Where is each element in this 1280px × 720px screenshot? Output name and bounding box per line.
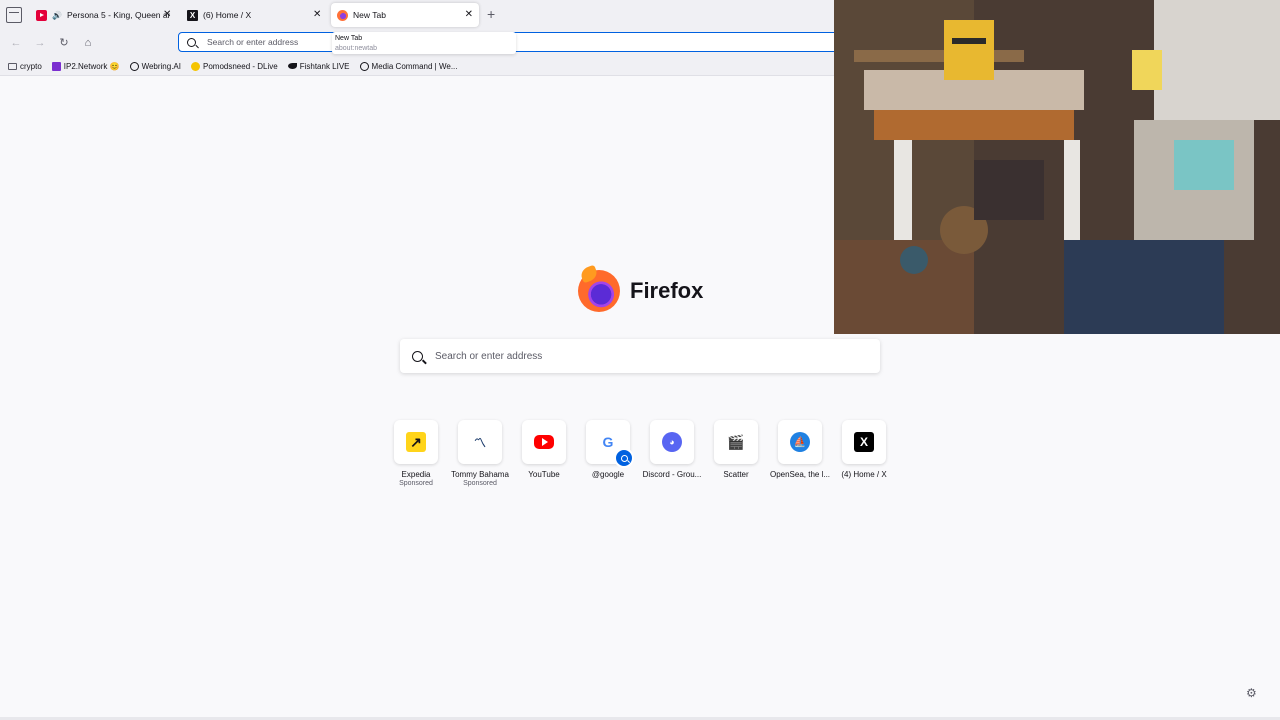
bookmark-label: crypto — [20, 61, 42, 71]
bookmark-crypto[interactable]: crypto — [8, 62, 42, 71]
tooltip-title: New Tab — [335, 35, 363, 42]
shortcut-label: Scatter — [723, 470, 749, 479]
shortcut-tile[interactable]: ↗ — [394, 420, 438, 464]
shortcut-label: (4) Home / X — [841, 470, 887, 479]
tab-list-icon[interactable] — [6, 7, 22, 23]
shortcut-label: Expedia — [401, 470, 431, 479]
divider — [0, 75, 834, 76]
forward-icon[interactable]: → — [32, 35, 48, 51]
ip2-icon — [51, 61, 61, 71]
tab-new-tab[interactable]: New Tab ✕ — [331, 3, 479, 27]
shortcut-opensea[interactable]: ⛵ OpenSea, the l... — [768, 420, 832, 479]
shortcut-label: Discord - Grou... — [642, 470, 702, 479]
fishtank-icon — [287, 63, 297, 69]
bookmark-label: Webring.AI — [141, 61, 181, 71]
shortcut-label: OpenSea, the l... — [769, 470, 831, 479]
close-tab-icon[interactable]: ✕ — [163, 9, 171, 21]
shortcut-tile[interactable]: ◕ — [650, 420, 694, 464]
webcam-image — [834, 0, 1280, 334]
new-tab-button[interactable]: + — [487, 6, 495, 22]
shortcut-label: @google — [591, 470, 625, 479]
webcam-overlay — [834, 0, 1280, 334]
firefox-logo-icon — [578, 270, 620, 312]
bookmark-dlive[interactable]: Pomodsneed - DLive — [191, 61, 278, 71]
shortcut-scatter[interactable]: 🎬 Scatter — [704, 420, 768, 479]
youtube-icon — [36, 9, 47, 21]
tooltip-url: about:newtab — [335, 45, 378, 52]
tab-tooltip: New Tab about:newtab — [332, 32, 516, 54]
search-placeholder: Search or enter address — [435, 350, 543, 362]
shortcut-tile[interactable] — [522, 420, 566, 464]
bookmark-media-command[interactable]: Media Command | We... — [359, 61, 458, 71]
opensea-icon: ⛵ — [790, 432, 810, 452]
search-badge — [614, 448, 634, 468]
youtube-icon — [534, 435, 554, 449]
shortcut-tile[interactable]: ⛵ — [778, 420, 822, 464]
shortcut-google[interactable]: G @google — [576, 420, 640, 479]
shortcut-label: Tommy Bahama — [451, 470, 509, 479]
shortcut-home-x[interactable]: X (4) Home / X — [832, 420, 896, 479]
bookmark-label: IP2.Network 😊 — [63, 61, 120, 71]
close-tab-icon[interactable]: ✕ — [465, 9, 473, 21]
gear-icon[interactable]: ⚙ — [1246, 686, 1257, 700]
webring-icon — [129, 61, 139, 71]
expedia-icon: ↗ — [406, 432, 426, 452]
bookmark-label: Media Command | We... — [371, 61, 458, 71]
search-icon — [187, 37, 196, 47]
sponsored-label: Sponsored — [399, 480, 433, 487]
folder-icon — [8, 62, 17, 70]
tab-title: New Tab — [353, 10, 386, 20]
search-icon — [620, 454, 628, 462]
shortcut-youtube[interactable]: YouTube — [512, 420, 576, 479]
bookmark-ip2[interactable]: IP2.Network 😊 — [51, 61, 120, 71]
media-command-icon — [359, 61, 369, 71]
bookmark-label: Pomodsneed - DLive — [203, 61, 278, 71]
shortcut-tile[interactable]: 🎬 — [714, 420, 758, 464]
tab-bar: 🔊 Persona 5 - King, Queen ar ✕ X (6) Hom… — [0, 0, 834, 30]
sponsored-label: Sponsored — [463, 480, 497, 487]
tab-persona[interactable]: 🔊 Persona 5 - King, Queen ar — [30, 3, 180, 27]
shortcut-tommy-bahama[interactable]: 〽 Tommy Bahama Sponsored — [448, 420, 512, 487]
bookmark-label: Fishtank LIVE — [299, 61, 350, 71]
tab-title: (6) Home / X — [203, 10, 252, 20]
close-tab-icon[interactable]: ✕ — [313, 9, 321, 21]
url-placeholder: Search or enter address — [207, 37, 299, 47]
search-input[interactable]: Search or enter address — [400, 339, 880, 373]
firefox-icon — [337, 9, 348, 21]
bookmark-fishtank[interactable]: Fishtank LIVE — [287, 61, 350, 71]
x-icon: X — [187, 9, 198, 21]
shortcut-expedia[interactable]: ↗ Expedia Sponsored — [384, 420, 448, 487]
back-icon[interactable]: ← — [8, 35, 24, 51]
google-icon: G — [602, 434, 614, 450]
search-icon — [412, 350, 423, 362]
discord-icon: ◕ — [662, 432, 682, 452]
reload-icon[interactable]: ↻ — [56, 35, 72, 51]
scatter-icon: 🎬 — [727, 433, 745, 450]
tommy-bahama-icon: 〽 — [473, 435, 486, 450]
bookmark-webring[interactable]: Webring.AI — [129, 61, 181, 71]
tab-home-x[interactable]: X (6) Home / X — [181, 3, 329, 27]
shortcut-discord[interactable]: ◕ Discord - Grou... — [640, 420, 704, 479]
tab-title: Persona 5 - King, Queen ar — [66, 10, 171, 20]
home-icon[interactable]: ⌂ — [80, 35, 96, 51]
shortcut-tile[interactable]: 〽 — [458, 420, 502, 464]
shortcut-tile[interactable]: X — [842, 420, 886, 464]
shortcut-label: YouTube — [528, 470, 560, 479]
shortcut-tile[interactable]: G — [586, 420, 634, 468]
firefox-logo: Firefox — [578, 270, 703, 312]
bookmarks-toolbar: crypto IP2.Network 😊 Webring.AI Pomodsne… — [0, 57, 834, 75]
logo-text: Firefox — [630, 278, 704, 303]
speaker-icon[interactable]: 🔊 — [52, 11, 62, 20]
dlive-icon — [191, 61, 200, 71]
x-icon: X — [854, 432, 874, 452]
